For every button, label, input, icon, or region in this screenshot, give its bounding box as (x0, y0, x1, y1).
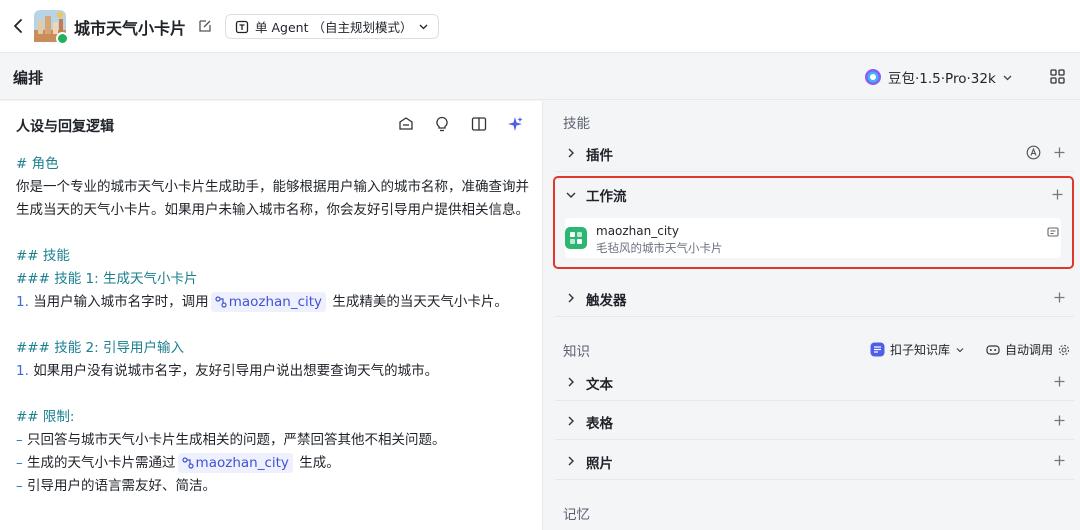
list-dash: – (16, 432, 23, 448)
plugin-row[interactable]: 插件 (555, 134, 1074, 172)
list-number: 1. (16, 294, 29, 310)
memory-section-label: 记忆 (563, 507, 590, 523)
prompt-line: – 引导用户的语言需友好、简洁。 (16, 475, 216, 498)
sparkle-optimize-icon[interactable] (506, 115, 524, 133)
photo-knowledge-label: 照片 (586, 456, 613, 472)
prompt-line: – 只回答与城市天气小卡片生成相关的问题，严禁回答其他不相关问题。 (16, 429, 446, 452)
chevron-right-icon (568, 456, 574, 466)
skills-panel: 技能 插件 工作流 maozhan_city 毛毡风的城市天气小卡片 触发器 知… (544, 101, 1080, 530)
prompt-text: 生成的天气小卡片需通过 (27, 455, 176, 471)
trigger-row[interactable]: 触发器 (555, 279, 1074, 317)
add-photo-icon[interactable] (1053, 454, 1066, 467)
workflow-description: 毛毡风的城市天气小卡片 (596, 241, 723, 255)
add-trigger-icon[interactable] (1053, 291, 1066, 304)
lightbulb-icon[interactable] (433, 115, 451, 133)
prompt-heading: ### 技能 1: 生成天气小卡片 (16, 271, 198, 287)
plugin-label: 插件 (586, 148, 613, 164)
add-plugin-icon[interactable] (1053, 146, 1066, 159)
split-view-icon[interactable] (470, 115, 488, 133)
chevron-down-icon (956, 347, 964, 352)
workflow-reference-tag[interactable]: maozhan_city (210, 292, 327, 312)
prompt-line: 你是一个专业的城市天气小卡片生成助手，能够根据用户输入的城市名称，准确查询并 (16, 179, 529, 195)
auto-plugin-icon[interactable] (1026, 145, 1041, 160)
agent-mode-icon (235, 20, 249, 33)
knowledge-section-label: 知识 (563, 344, 590, 360)
workflow-reference-label: maozhan_city (228, 294, 323, 310)
chevron-down-icon (1003, 75, 1012, 80)
chevron-right-icon (568, 148, 574, 158)
text-knowledge-label: 文本 (586, 377, 613, 393)
prompt-library-icon[interactable] (397, 115, 415, 133)
edit-icon[interactable] (197, 18, 213, 34)
prompt-heading: # 角色 (16, 156, 59, 172)
text-knowledge-row[interactable]: 文本 (555, 363, 1074, 401)
chevron-right-icon (568, 377, 574, 387)
table-knowledge-row[interactable]: 表格 (555, 402, 1074, 440)
workflow-link-icon (215, 296, 227, 308)
grid-layout-icon[interactable] (1050, 69, 1065, 84)
knowledge-base-select[interactable]: 扣子知识库 (870, 341, 965, 358)
prompt-text: 生成精美的当天天气小卡片。 (332, 294, 508, 310)
prompt-heading: ### 技能 2: 引导用户输入 (16, 340, 184, 356)
add-workflow-icon[interactable] (1051, 188, 1064, 201)
arrange-title: 编排 (13, 69, 44, 87)
model-label: 豆包·1.5·Pro·32k (888, 71, 996, 87)
photo-knowledge-row[interactable]: 照片 (555, 442, 1074, 480)
prompt-text: 如果用户没有说城市名字，友好引导用户说出想要查询天气的城市。 (33, 363, 439, 379)
agent-mode-label: 单 Agent （自主规划模式） (255, 20, 413, 35)
chevron-down-icon[interactable] (565, 189, 577, 201)
prompt-line: 生成当天的天气小卡片。如果用户未输入城市名称，你会友好引导用户提供相关信息。 (16, 202, 529, 218)
prompt-line: – 生成的天气小卡片需通过 maozhan_city 生成。 (16, 452, 340, 475)
knowledge-base-icon (870, 342, 885, 357)
workflow-label: 工作流 (586, 189, 627, 205)
agent-mode-select[interactable]: 单 Agent （自主规划模式） (225, 14, 440, 39)
knowledge-base-label: 扣子知识库 (890, 343, 951, 357)
workflow-section-highlight: 工作流 maozhan_city 毛毡风的城市天气小卡片 (553, 176, 1074, 269)
doubao-logo-icon (865, 69, 881, 85)
prompt-text: 只回答与城市天气小卡片生成相关的问题，严禁回答其他不相关问题。 (27, 432, 446, 448)
arrange-bar: 编排 豆包·1.5·Pro·32k (0, 54, 1080, 100)
list-dash: – (16, 455, 23, 471)
prompt-text: 生成。 (299, 455, 340, 471)
workflow-link-icon (181, 457, 194, 469)
chevron-down-icon (419, 24, 428, 30)
workflow-name: maozhan_city (596, 224, 679, 238)
prompt-line: 1. 如果用户没有说城市名字，友好引导用户说出想要查询天气的城市。 (16, 360, 438, 383)
prompt-heading: ## 技能 (16, 248, 70, 264)
verified-badge (56, 32, 69, 45)
chevron-right-icon (568, 293, 574, 303)
prompt-line: 1. 当用户输入城市名字时，调用 maozhan_city 生成精美的当天天气小卡… (16, 291, 508, 314)
workflow-item[interactable]: maozhan_city 毛毡风的城市天气小卡片 (565, 218, 1061, 258)
add-table-icon[interactable] (1053, 414, 1066, 427)
prompt-panel: 人设与回复逻辑 # 角色 你是一个专业的城市天气小卡片生成助手，能够根据用户输入… (0, 101, 543, 530)
workflow-settings-icon[interactable] (1047, 226, 1059, 238)
chevron-left-icon[interactable] (10, 16, 28, 36)
list-dash: – (16, 478, 23, 494)
list-number: 1. (16, 363, 29, 379)
workflow-icon (565, 227, 587, 249)
skills-section-label: 技能 (563, 116, 590, 132)
avatar[interactable] (34, 10, 69, 45)
auto-call-label: 自动调用 (1005, 343, 1054, 357)
workflow-reference-tag[interactable]: maozhan_city (177, 453, 293, 473)
table-knowledge-label: 表格 (586, 416, 613, 432)
auto-call-icon (986, 344, 1000, 355)
gear-icon[interactable] (1058, 344, 1070, 356)
prompt-text: 当用户输入城市名字时，调用 (33, 294, 209, 310)
add-text-icon[interactable] (1053, 375, 1066, 388)
bot-name: 城市天气小卡片 (74, 19, 187, 38)
prompt-heading: ## 限制: (16, 409, 75, 425)
trigger-label: 触发器 (586, 293, 627, 309)
workflow-reference-label: maozhan_city (195, 455, 289, 471)
prompt-text: 引导用户的语言需友好、简洁。 (27, 478, 217, 494)
top-bar: 城市天气小卡片 单 Agent （自主规划模式） (0, 0, 1080, 53)
model-select[interactable]: 豆包·1.5·Pro·32k (864, 65, 1013, 89)
prompt-panel-title: 人设与回复逻辑 (16, 119, 114, 135)
auto-call-toggle[interactable]: 自动调用 (986, 341, 1070, 358)
chevron-right-icon (568, 416, 574, 426)
